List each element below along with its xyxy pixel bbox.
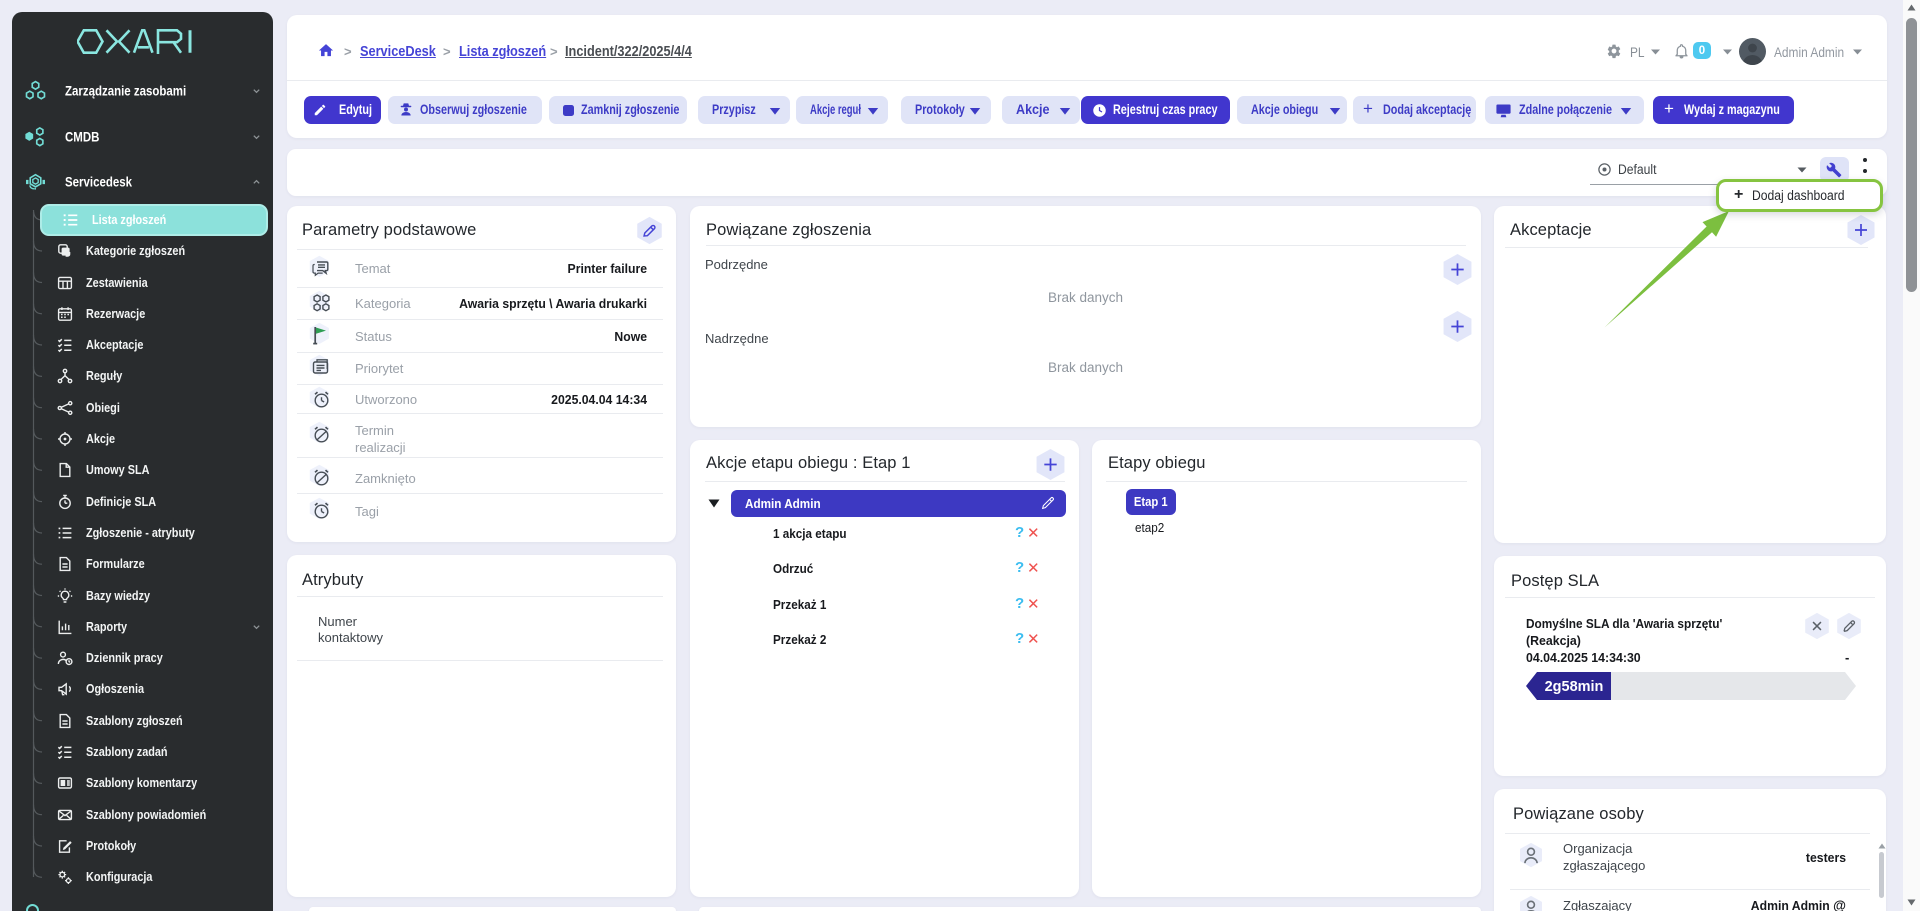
svg-text:2g58min: 2g58min bbox=[1545, 679, 1604, 695]
